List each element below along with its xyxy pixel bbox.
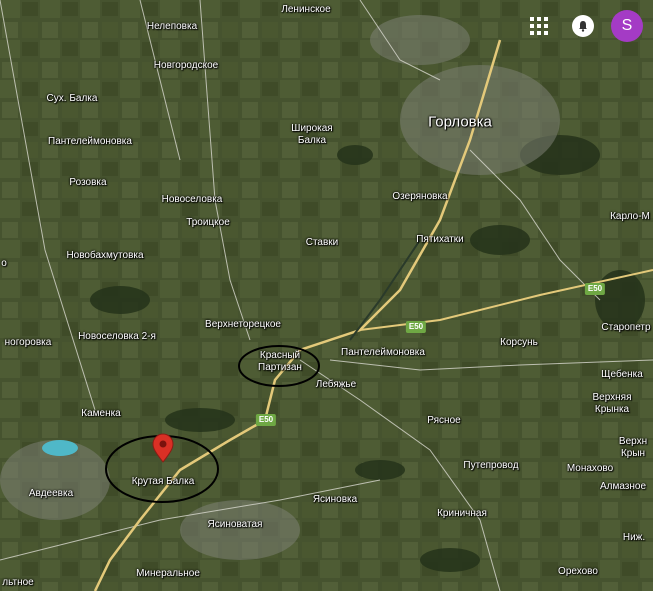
lake <box>42 440 78 456</box>
label-orekhovo: Орехово <box>558 566 598 577</box>
label-panteleymonovka-e: Пантелеймоновка <box>341 347 425 358</box>
label-yasinovataya: Ясиноватая <box>207 519 263 530</box>
label-almaznoe: Алмазное <box>599 481 647 492</box>
label-ryasnoe: Рясное <box>427 415 461 426</box>
label-panteleymonovka-w: Пантелеймоновка <box>48 136 132 147</box>
notifications-button[interactable] <box>567 10 599 42</box>
label-lnitnoe: льтное <box>2 577 34 588</box>
label-truboprovod: Путепровод <box>463 460 519 471</box>
top-bar: S <box>523 10 643 42</box>
label-ogorovka: ногоровка <box>4 337 52 348</box>
bell-icon <box>579 21 587 32</box>
label-leninskoe: Ленинское <box>281 4 331 15</box>
label-gorlovka: Горловка <box>428 113 492 131</box>
label-rozovka: Розовка <box>69 177 107 188</box>
label-nizh: Ниж. <box>622 532 646 543</box>
label-karlo-m: Карло-М <box>610 211 650 222</box>
label-troitskoe: Троицкое <box>186 217 230 228</box>
label-krinichnaya: Криничная <box>437 508 487 519</box>
label-kamenka: Каменка <box>81 408 121 419</box>
label-pyatikhatki: Пятихатки <box>416 234 464 245</box>
label-shchebenka: Щебенка <box>601 369 643 380</box>
label-avdeevka: Авдеевка <box>28 488 74 499</box>
label-sukh-balka: Сух. Балка <box>46 93 98 104</box>
label-lebyazhye: Лебяжье <box>315 379 357 390</box>
apps-grid-icon <box>530 17 548 35</box>
label-ozeryanovka: Озеряновка <box>392 191 448 202</box>
label-yasinovka: Ясиновка <box>312 494 358 505</box>
label-novoselovka: Новоселовка <box>161 194 223 205</box>
label-verkhnyaya-krynka: Верхняя Крынка <box>592 392 632 415</box>
label-novoselovka-2: Новоселовка 2-я <box>78 331 156 342</box>
label-mineralnoe: Минеральное <box>136 568 200 579</box>
label-monakhovo: Монахово <box>566 463 614 474</box>
road-shield-e50: E50 <box>405 321 427 333</box>
label-krutaya-balka: Крутая Балка <box>131 476 195 487</box>
label-short-o: о <box>1 258 7 269</box>
label-stavki: Ставки <box>305 237 339 248</box>
label-korsun: Корсунь <box>500 337 538 348</box>
label-krasny-partizan: Красный Партизан <box>258 350 302 373</box>
label-staropetr: Старопетр <box>601 322 651 333</box>
label-verkh-krynka-2: Верхн Крын <box>618 436 648 459</box>
label-shirokaya-balka: Широкая Балка <box>291 123 333 146</box>
apps-grid-button[interactable] <box>523 10 555 42</box>
label-novobakhmutovka: Новобахмутовка <box>66 250 144 261</box>
label-verkhnetoretskoe: Верхнеторецкое <box>205 319 281 330</box>
account-avatar[interactable]: S <box>611 10 643 42</box>
road-shield-e50: E50 <box>584 283 606 295</box>
road-shield-e50: E50 <box>255 414 277 426</box>
label-novgorodskoe: Новгородское <box>153 60 219 71</box>
label-nelepovka: Нелеповка <box>146 21 198 32</box>
